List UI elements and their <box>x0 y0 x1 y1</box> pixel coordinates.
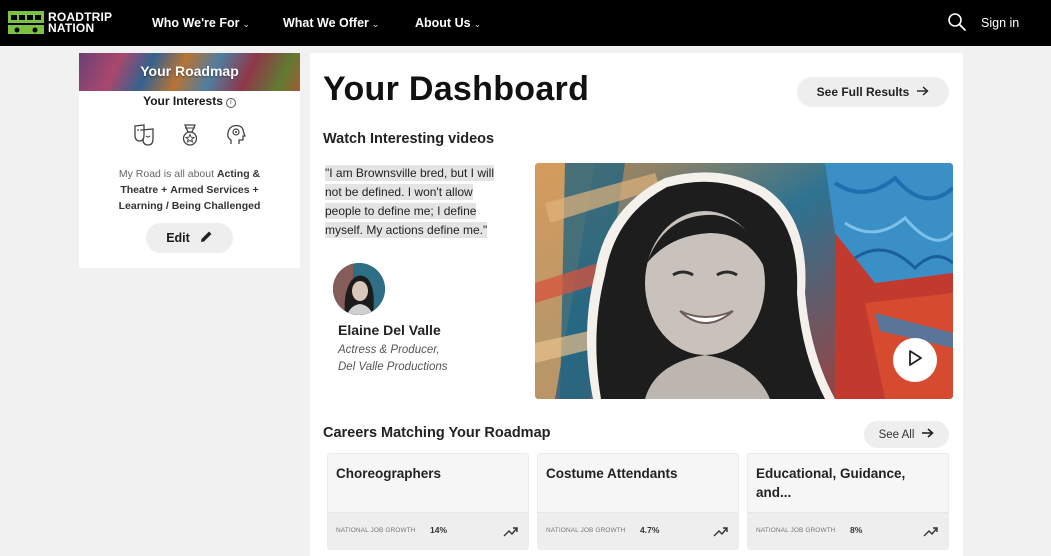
chevron-down-icon: ⌄ <box>371 19 380 29</box>
see-full-results-label: See Full Results <box>816 85 910 99</box>
growth-value: 14% <box>430 525 448 535</box>
theatre-masks-icon <box>133 123 155 152</box>
roadmap-card: Your Roadmap Your Interests i My Road is … <box>79 53 300 268</box>
career-card-educational-guidance[interactable]: Educational, Guidance, and... NATIONAL J… <box>747 453 949 550</box>
play-button[interactable] <box>893 338 937 382</box>
growth-label: NATIONAL JOB GROWTH <box>756 527 836 534</box>
nav-item-label: Who We're For <box>152 16 240 30</box>
roadmap-description: My Road is all about Acting & Theatre + … <box>107 166 272 214</box>
careers-list: Choreographers NATIONAL JOB GROWTH 14% C… <box>327 453 949 553</box>
trending-up-icon <box>503 524 519 537</box>
arrow-right-icon <box>922 428 935 441</box>
quote-text: "I am Brownsville bred, but I will not b… <box>325 165 494 238</box>
see-all-careers-button[interactable]: See All <box>864 421 949 448</box>
career-title: Educational, Guidance, and... <box>756 466 906 500</box>
top-navigation-bar: ROADTRIP NATION Who We're For ⌄ What We O… <box>0 0 1051 46</box>
your-interests-label: Your Interests <box>143 94 223 108</box>
speaker-name: Elaine Del Valle <box>338 322 441 338</box>
chevron-down-icon: ⌄ <box>242 19 251 29</box>
info-icon[interactable]: i <box>225 98 236 108</box>
edit-roadmap-button[interactable]: Edit <box>146 223 233 253</box>
speaker-role-line2: Del Valle Productions <box>338 361 448 373</box>
play-icon <box>907 349 923 372</box>
interest-separator: + <box>252 184 259 196</box>
nav-about-us[interactable]: About Us ⌄ <box>415 16 481 30</box>
logo-text-line2: NATION <box>48 20 95 35</box>
head-gear-icon <box>225 123 247 152</box>
roadtrip-nation-logo[interactable]: ROADTRIP NATION <box>8 11 112 34</box>
career-card-costume-attendants[interactable]: Costume Attendants NATIONAL JOB GROWTH 4… <box>537 453 739 550</box>
interest-armed-services: Armed Services <box>170 184 250 196</box>
growth-label: NATIONAL JOB GROWTH <box>546 527 626 534</box>
interest-icons <box>79 123 300 152</box>
nav-what-we-offer[interactable]: What We Offer ⌄ <box>283 16 379 30</box>
roadmap-desc-prefix: My Road is all about <box>118 168 215 180</box>
video-thumbnail[interactable] <box>535 163 953 399</box>
roadmap-banner: Your Roadmap <box>79 53 300 91</box>
careers-heading: Careers Matching Your Roadmap <box>323 425 551 441</box>
page-title: Your Dashboard <box>323 70 590 108</box>
edit-button-label: Edit <box>166 231 190 245</box>
see-all-label: See All <box>878 428 915 441</box>
career-title: Choreographers <box>336 466 442 481</box>
avatar[interactable] <box>333 263 385 315</box>
nav-who-were-for[interactable]: Who We're For ⌄ <box>152 16 250 30</box>
videos-heading: Watch Interesting videos <box>323 131 495 147</box>
arrow-right-icon <box>917 85 929 99</box>
growth-label: NATIONAL JOB GROWTH <box>336 527 416 534</box>
growth-value: 4.7% <box>640 525 660 535</box>
career-title: Costume Attendants <box>546 466 678 481</box>
speaker-role: Actress & Producer, Del Valle Production… <box>338 342 448 376</box>
roadmap-title: Your Roadmap <box>140 63 239 79</box>
nav-item-label: About Us <box>415 16 471 30</box>
growth-value: 8% <box>850 525 863 535</box>
search-icon[interactable] <box>947 12 967 32</box>
see-full-results-button[interactable]: See Full Results <box>797 77 949 107</box>
pencil-icon <box>200 230 213 246</box>
career-card-choreographers[interactable]: Choreographers NATIONAL JOB GROWTH 14% <box>327 453 529 550</box>
interest-separator: + <box>161 184 168 196</box>
speaker-role-line1: Actress & Producer, <box>338 344 440 356</box>
bus-logo-icon <box>8 11 44 34</box>
video-quote: "I am Brownsville bred, but I will not b… <box>325 164 503 240</box>
sign-in-link[interactable]: Sign in <box>981 16 1019 30</box>
dashboard-main-panel: Your Dashboard See Full Results Watch In… <box>310 53 963 556</box>
trending-up-icon <box>923 524 939 537</box>
chevron-down-icon: ⌄ <box>473 19 482 29</box>
trending-up-icon <box>713 524 729 537</box>
nav-item-label: What We Offer <box>283 16 369 30</box>
interest-learning: Learning / Being Challenged <box>118 200 261 212</box>
medal-icon <box>179 123 201 152</box>
